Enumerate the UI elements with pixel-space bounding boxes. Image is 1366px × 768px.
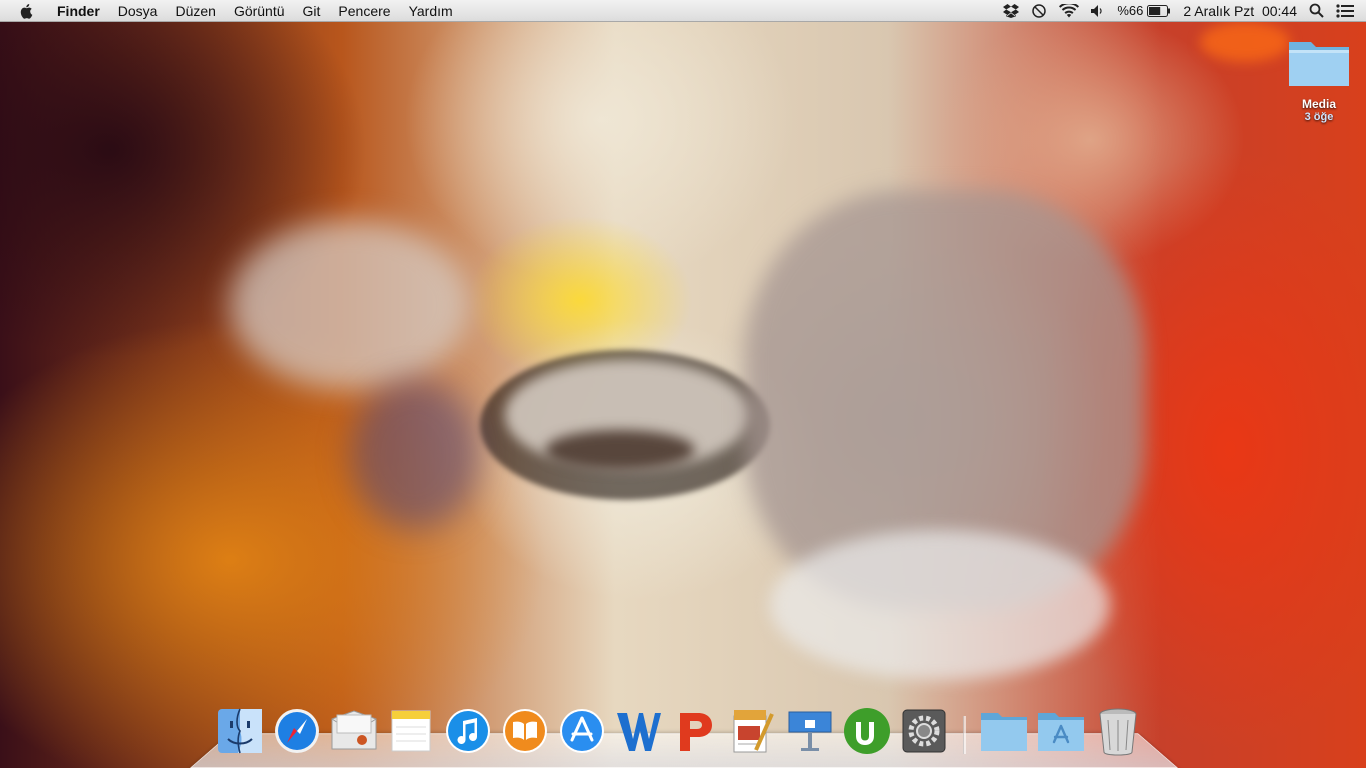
desktop-folder-media[interactable]: Media 3 öğe [1282, 36, 1356, 123]
dock-pages[interactable] [727, 704, 779, 758]
folder-icon [1282, 36, 1356, 93]
documents-folder-icon [981, 713, 1027, 751]
safari-icon [275, 709, 319, 753]
battery-status[interactable]: %66 [1111, 3, 1177, 18]
menu-git[interactable]: Git [294, 0, 330, 22]
battery-icon [1147, 4, 1171, 17]
dock-separator [963, 716, 966, 754]
battery-percent: %66 [1117, 3, 1144, 18]
menu-bar: Finder Dosya Düzen Görüntü Git Pencere Y… [0, 0, 1366, 22]
applications-folder-icon [1038, 713, 1084, 751]
system-preferences-icon [902, 709, 946, 753]
menu-goruntu[interactable]: Görüntü [225, 0, 294, 22]
folder-name: Media [1301, 97, 1336, 111]
volume-icon[interactable] [1085, 4, 1111, 17]
desktop-wallpaper [0, 0, 1366, 768]
trash-icon [1099, 708, 1137, 756]
finder-icon [218, 708, 262, 754]
pages-icon [733, 710, 774, 753]
dock-itunes[interactable] [442, 704, 494, 758]
dock-safari[interactable] [271, 704, 323, 758]
dock-powerpoint[interactable] [670, 704, 722, 758]
dock-finder[interactable] [214, 704, 266, 758]
dropbox-icon[interactable] [997, 3, 1025, 18]
dock-system-preferences[interactable] [898, 704, 950, 758]
dock-documents-stack[interactable] [978, 704, 1030, 758]
time-machine-icon[interactable] [1025, 3, 1053, 19]
word-icon [617, 713, 661, 751]
dock [214, 698, 1149, 758]
ibooks-icon [503, 709, 547, 753]
dock-word[interactable] [613, 704, 665, 758]
notification-center-icon[interactable] [1330, 3, 1360, 18]
app-store-icon [560, 709, 604, 753]
mail-icon [331, 710, 377, 750]
dock-mail[interactable] [328, 704, 380, 758]
spotlight-search-icon[interactable] [1303, 3, 1330, 18]
folder-item-count: 3 öğe [1304, 111, 1334, 123]
menu-duzen[interactable]: Düzen [166, 0, 224, 22]
dock-applications-stack[interactable] [1035, 704, 1087, 758]
clock[interactable]: 2 Aralık Pzt 00:44 [1177, 3, 1303, 19]
utorrent-icon [844, 708, 890, 754]
menu-finder[interactable]: Finder [48, 0, 109, 22]
dock-keynote[interactable] [784, 704, 836, 758]
apple-logo-icon[interactable] [16, 3, 38, 19]
dock-trash[interactable] [1092, 704, 1144, 758]
dock-notes[interactable] [385, 704, 437, 758]
notes-icon [391, 710, 431, 752]
menu-pencere[interactable]: Pencere [329, 0, 399, 22]
menu-yardim[interactable]: Yardım [400, 0, 462, 22]
wifi-icon[interactable] [1053, 3, 1085, 18]
status-area: %66 2 Aralık Pzt 00:44 [997, 0, 1366, 22]
dock-ibooks[interactable] [499, 704, 551, 758]
powerpoint-icon [680, 713, 712, 751]
menu-dosya[interactable]: Dosya [109, 0, 167, 22]
dock-utorrent[interactable] [841, 704, 893, 758]
itunes-icon [446, 709, 490, 753]
dock-app-store[interactable] [556, 704, 608, 758]
keynote-icon [788, 711, 832, 751]
